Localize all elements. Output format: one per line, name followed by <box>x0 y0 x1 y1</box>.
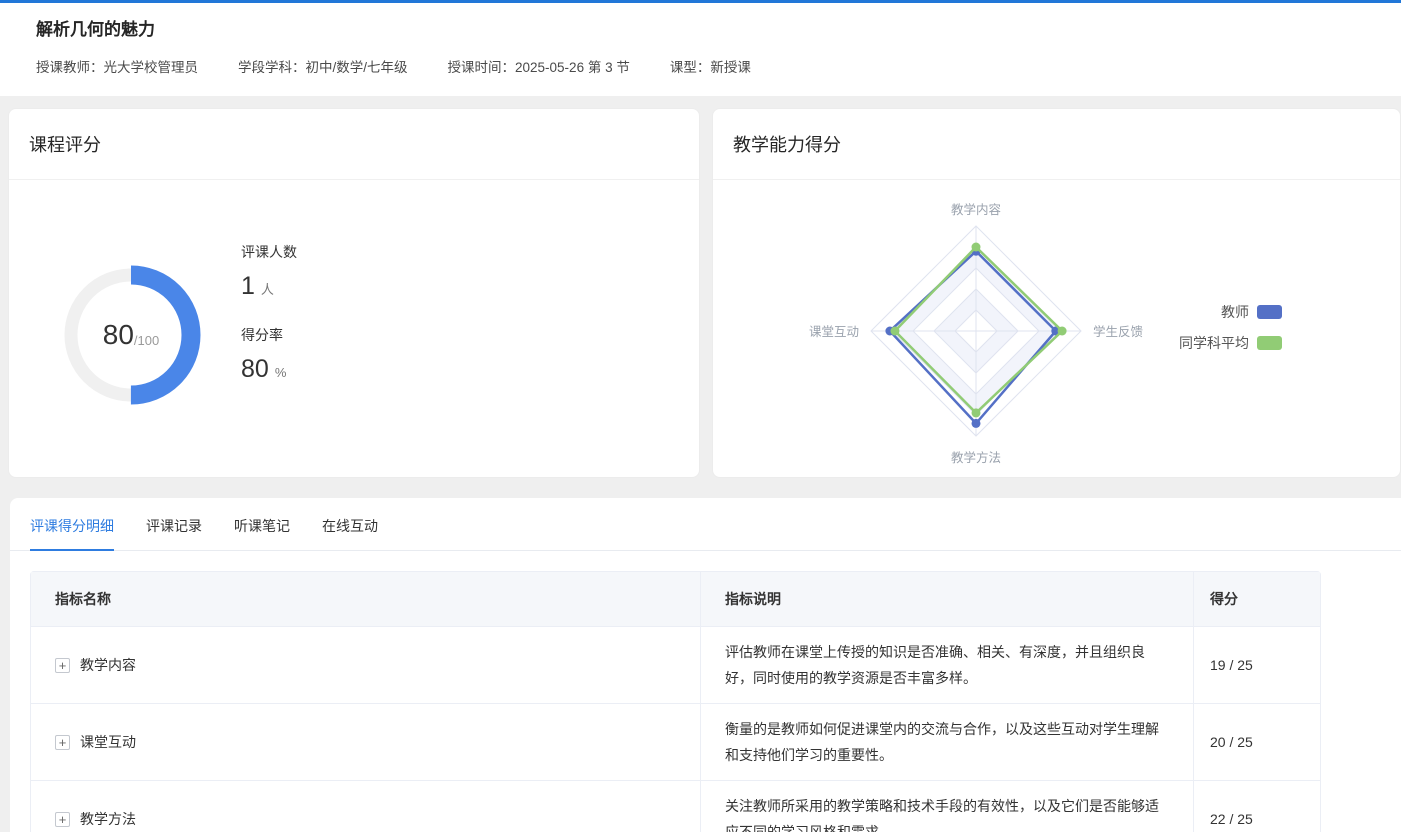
radar-axis-label-top: 教学内容 <box>951 202 1001 217</box>
meta-teacher: 授课教师：光大学校管理员 <box>36 56 198 76</box>
course-score-card: 课程评分 80 /100 评课人数 1人 得分率 80% <box>8 108 700 478</box>
page-header: 解析几何的魅力 授课教师：光大学校管理员 学段学科：初中/数学/七年级 授课时间… <box>0 3 1401 96</box>
indicator-score: 19 / 25 <box>1194 627 1320 704</box>
teaching-ability-card-body: 教学内容学生反馈教学方法 课堂互动 教师同学科平均 <box>713 180 1400 476</box>
page-title: 解析几何的魅力 <box>36 15 1365 40</box>
score-detail-table: 指标名称指标说明得分 + 教学内容 评估教师在课堂上传授的知识是否准确、相关、有深度，… <box>30 571 1321 832</box>
score-max: /100 <box>134 333 159 348</box>
summary-cards-row: 课程评分 80 /100 评课人数 1人 得分率 80% 教学能力得分 <box>8 108 1401 478</box>
radar-legend: 教师同学科平均 <box>1179 302 1282 353</box>
table-header-1: 指标说明 <box>701 572 1194 627</box>
course-score-card-title: 课程评分 <box>9 109 699 180</box>
stat-rate-label: 得分率 <box>241 325 297 345</box>
tab-3[interactable]: 在线互动 <box>322 516 378 550</box>
score-donut-chart: 80 /100 <box>56 260 206 410</box>
tab-2[interactable]: 听课笔记 <box>234 516 290 550</box>
table-header-2: 得分 <box>1194 572 1320 627</box>
indicator-name: 教学方法 <box>80 809 136 829</box>
meta-subject: 学段学科：初中/数学/七年级 <box>238 56 408 76</box>
legend-swatch <box>1257 305 1282 319</box>
tab-1[interactable]: 评课记录 <box>146 516 202 550</box>
indicator-score: 22 / 25 <box>1194 781 1320 832</box>
expand-row-button[interactable]: + <box>55 735 70 750</box>
meta-course-type: 课型：新授课 <box>670 56 751 76</box>
stat-raters-value: 1人 <box>241 272 297 301</box>
indicator-description: 关注教师所采用的教学策略和技术手段的有效性，以及它们是否能够适应不同的学习风格和… <box>701 781 1194 832</box>
stat-rate-value: 80% <box>241 355 297 384</box>
tab-bar: 评课得分明细评课记录听课笔记在线互动 <box>10 498 1401 551</box>
legend-label: 教师 <box>1221 302 1249 322</box>
course-meta: 授课教师：光大学校管理员 学段学科：初中/数学/七年级 授课时间：2025-05… <box>36 56 1365 76</box>
table-header-0: 指标名称 <box>31 572 701 627</box>
indicator-name: 教学内容 <box>80 655 136 675</box>
indicator-description: 评估教师在课堂上传授的知识是否准确、相关、有深度，并且组织良好，同时使用的教学资… <box>701 627 1194 704</box>
indicator-description: 衡量的是教师如何促进课堂内的交流与合作，以及这些互动对学生理解和支持他们学习的重… <box>701 704 1194 781</box>
legend-swatch <box>1257 336 1282 350</box>
radar-chart: 教学内容学生反馈教学方法 课堂互动 <box>713 180 1400 476</box>
table-row-2-name: + 教学方法 <box>31 781 701 832</box>
score-value: 80 <box>103 319 134 351</box>
tab-0[interactable]: 评课得分明细 <box>30 516 114 551</box>
meta-time: 授课时间：2025-05-26 第 3 节 <box>448 56 630 76</box>
radar-axis-label-bottom: 教学方法 <box>951 450 1001 465</box>
course-score-card-body: 80 /100 评课人数 1人 得分率 80% <box>9 180 699 476</box>
legend-label: 同学科平均 <box>1179 333 1249 353</box>
donut-center-text: 80 /100 <box>56 260 206 410</box>
table-row-0-name: + 教学内容 <box>31 627 701 704</box>
indicator-name: 课堂互动 <box>80 732 136 752</box>
legend-item-1[interactable]: 同学科平均 <box>1179 333 1282 353</box>
stat-raters-label: 评课人数 <box>241 242 297 262</box>
teaching-ability-card-title: 教学能力得分 <box>713 109 1400 180</box>
legend-item-0[interactable]: 教师 <box>1221 302 1282 322</box>
score-stats: 评课人数 1人 得分率 80% <box>241 242 297 408</box>
detail-panel: 评课得分明细评课记录听课笔记在线互动 指标名称指标说明得分 + 教学内容 评估教师在课… <box>10 498 1401 832</box>
indicator-score: 20 / 25 <box>1194 704 1320 781</box>
radar-axis-label-right: 学生反馈 <box>1093 324 1143 339</box>
expand-row-button[interactable]: + <box>55 658 70 673</box>
table-row-1-name: + 课堂互动 <box>31 704 701 781</box>
teaching-ability-card: 教学能力得分 教学内容学生反馈教学方法 课堂互动 教师同学科平均 <box>712 108 1401 478</box>
radar-axis-label-left: 课堂互动 <box>809 325 859 339</box>
expand-row-button[interactable]: + <box>55 812 70 827</box>
